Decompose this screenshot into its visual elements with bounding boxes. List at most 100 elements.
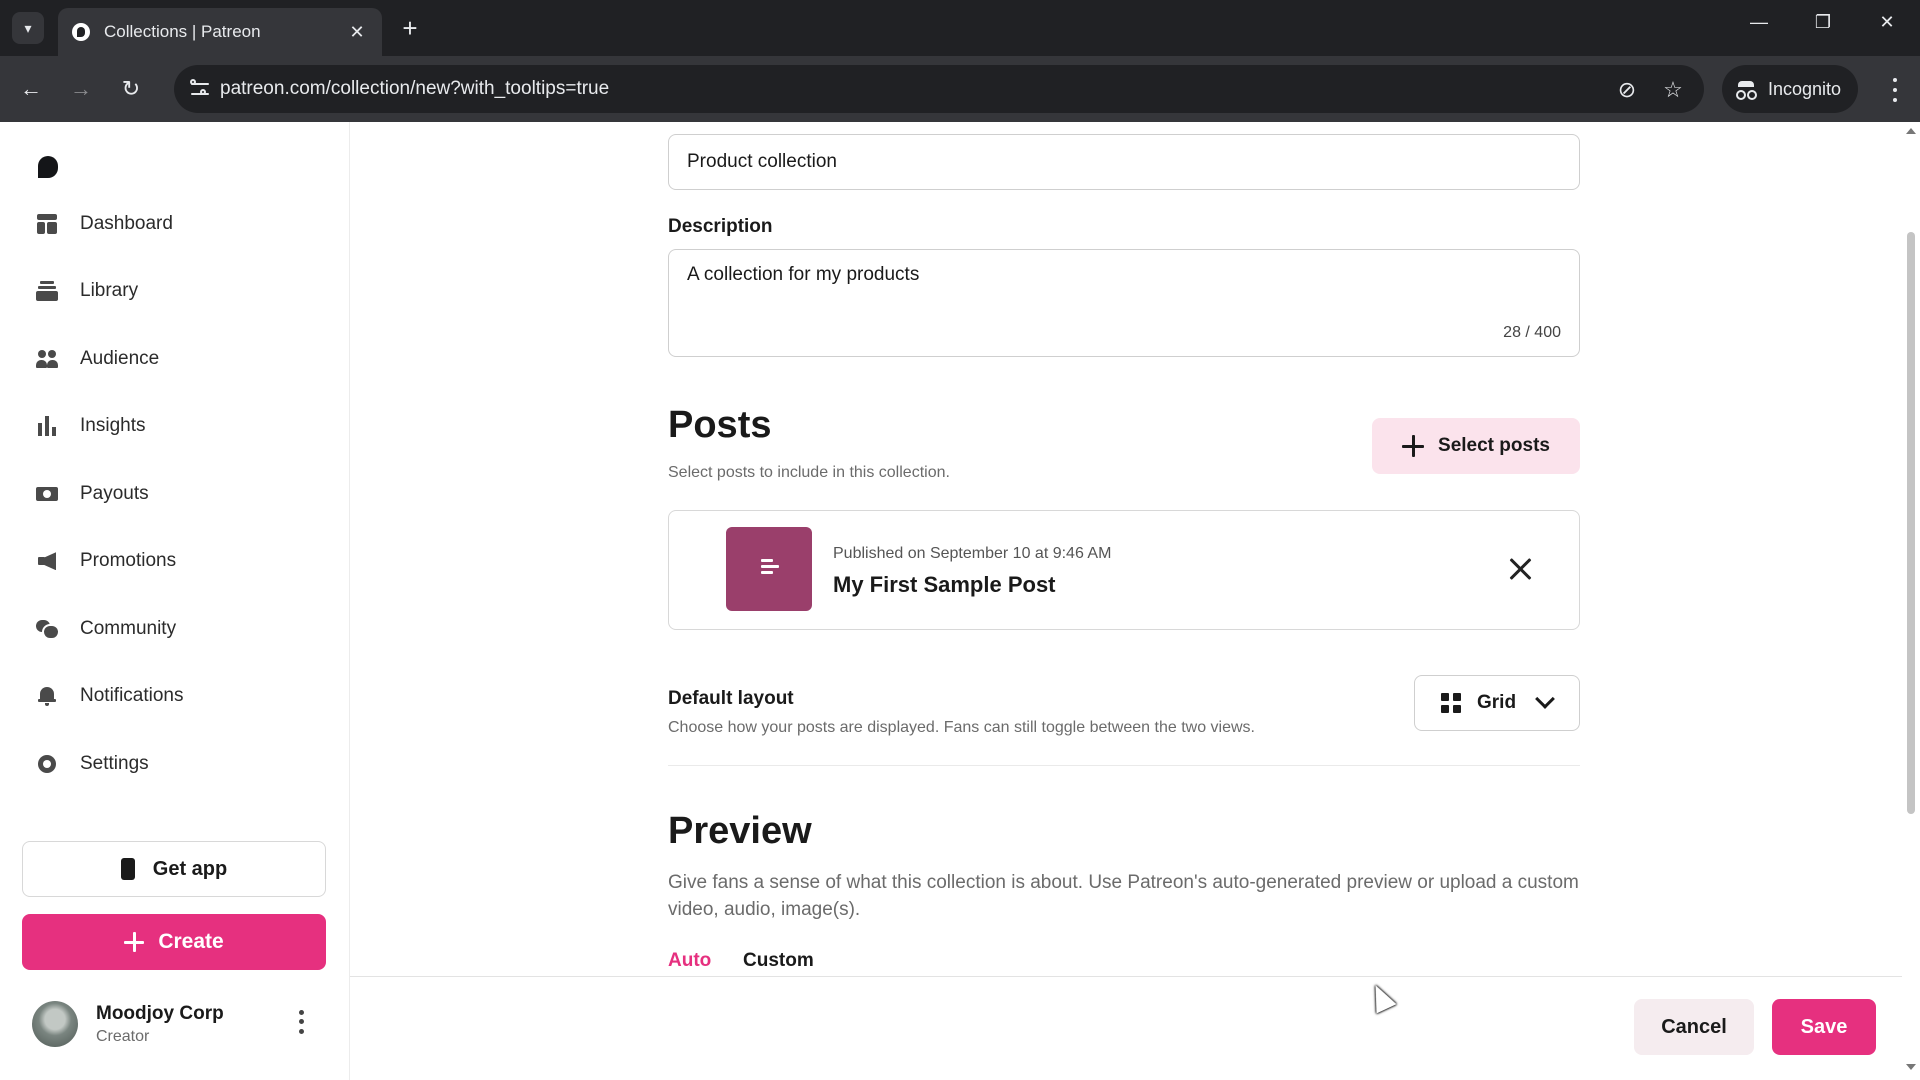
promotions-icon	[36, 550, 58, 572]
action-bar: Cancel Save	[350, 976, 1902, 1080]
sidebar-item-dashboard[interactable]: Dashboard	[0, 190, 349, 258]
incognito-icon	[1736, 81, 1756, 100]
sidebar-item-label: Insights	[80, 415, 146, 437]
tab-search-button[interactable]: ▾	[12, 12, 44, 44]
sidebar-item-insights[interactable]: Insights	[0, 393, 349, 461]
new-tab-button[interactable]: +	[396, 14, 424, 42]
collection-editor: Product collection Description A collect…	[350, 122, 1902, 1080]
address-bar[interactable]: patreon.com/collection/new?with_tooltips…	[174, 65, 1704, 113]
community-icon	[36, 618, 58, 640]
description-label: Description	[668, 216, 773, 237]
profile-name: Moodjoy Corp	[96, 1003, 224, 1024]
close-icon[interactable]	[1507, 556, 1533, 582]
scrollbar-thumb[interactable]	[1907, 232, 1915, 814]
sidebar-nav: Dashboard Library Audience Insights Payo…	[0, 190, 349, 798]
section-divider	[668, 765, 1580, 766]
create-label: Create	[158, 930, 224, 953]
library-icon	[36, 280, 58, 302]
tab-custom[interactable]: Custom	[743, 950, 814, 972]
create-button[interactable]: Create	[22, 914, 326, 970]
posts-subtitle: Select posts to include in this collecti…	[668, 464, 950, 481]
post-thumbnail	[726, 527, 812, 611]
close-tab-icon[interactable]: ✕	[346, 22, 368, 43]
notifications-icon	[36, 685, 58, 707]
star-icon[interactable]: ☆	[1660, 77, 1686, 103]
scroll-up-icon[interactable]	[1906, 128, 1916, 134]
browser-menu-icon[interactable]	[1880, 75, 1910, 105]
sidebar-item-label: Notifications	[80, 685, 184, 707]
insights-icon	[36, 415, 58, 437]
tab-title: Collections | Patreon	[104, 22, 261, 41]
post-title: My First Sample Post	[833, 572, 1056, 597]
reload-icon[interactable]: ↻	[116, 74, 146, 104]
sidebar-item-promotions[interactable]: Promotions	[0, 528, 349, 596]
eye-off-icon[interactable]: ⊘	[1614, 77, 1640, 103]
patreon-logo-icon[interactable]	[38, 156, 58, 178]
sidebar-item-label: Settings	[80, 752, 149, 774]
url-text: patreon.com/collection/new?with_tooltips…	[220, 78, 610, 99]
collection-title-input[interactable]: Product collection	[668, 134, 1580, 190]
tab-auto[interactable]: Auto	[668, 950, 711, 972]
scroll-down-icon[interactable]	[1906, 1064, 1916, 1070]
save-button[interactable]: Save	[1772, 999, 1876, 1055]
sidebar-item-library[interactable]: Library	[0, 258, 349, 326]
preview-description: Give fans a sense of what this collectio…	[668, 872, 1579, 920]
select-posts-label: Select posts	[1438, 435, 1550, 456]
phone-icon	[120, 858, 135, 880]
incognito-badge[interactable]: Incognito	[1722, 65, 1858, 113]
settings-icon	[36, 753, 58, 775]
audience-icon	[36, 348, 58, 370]
sidebar-item-label: Dashboard	[80, 212, 173, 234]
preview-heading: Preview	[668, 810, 812, 852]
sidebar: Dashboard Library Audience Insights Payo…	[0, 122, 350, 1080]
minimize-icon[interactable]: —	[1744, 12, 1774, 33]
sidebar-item-label: Promotions	[80, 550, 177, 572]
default-layout-label: Default layout	[668, 688, 794, 709]
collection-title-value: Product collection	[687, 151, 837, 172]
browser-tab[interactable]: Collections | Patreon ✕	[58, 8, 382, 56]
back-icon[interactable]: ←	[16, 74, 46, 104]
profile-card[interactable]: Moodjoy Corp Creator	[32, 1000, 332, 1050]
chevron-down-icon	[1535, 689, 1555, 709]
sidebar-item-label: Audience	[80, 347, 160, 369]
plus-icon	[124, 932, 145, 952]
posts-heading: Posts	[668, 404, 772, 446]
description-counter: 28 / 400	[1503, 324, 1561, 341]
restore-icon[interactable]: ❐	[1808, 12, 1838, 33]
sidebar-item-settings[interactable]: Settings	[0, 730, 349, 798]
patreon-favicon-icon	[72, 23, 90, 41]
sidebar-item-notifications[interactable]: Notifications	[0, 663, 349, 731]
plus-icon	[1402, 435, 1425, 457]
cancel-button[interactable]: Cancel	[1634, 999, 1754, 1055]
sidebar-item-audience[interactable]: Audience	[0, 325, 349, 393]
sidebar-item-community[interactable]: Community	[0, 595, 349, 663]
sidebar-item-label: Library	[80, 280, 139, 302]
get-app-button[interactable]: Get app	[22, 841, 326, 897]
layout-dropdown[interactable]: Grid	[1414, 675, 1580, 731]
profile-role: Creator	[96, 1028, 150, 1045]
sidebar-item-label: Community	[80, 617, 177, 639]
sidebar-item-label: Payouts	[80, 482, 149, 504]
post-date: Published on September 10 at 9:46 AM	[833, 545, 1112, 562]
get-app-label: Get app	[152, 857, 228, 880]
grid-icon	[1441, 693, 1461, 713]
layout-selected-value: Grid	[1477, 692, 1517, 713]
more-vertical-icon[interactable]	[296, 1008, 306, 1036]
site-settings-icon[interactable]	[188, 77, 212, 101]
incognito-label: Incognito	[1768, 78, 1842, 99]
chevron-down-icon: ▾	[24, 19, 32, 36]
avatar[interactable]	[32, 1001, 78, 1047]
browser-toolbar: ← → ↻ patreon.com/collection/new?with_to…	[0, 56, 1920, 122]
close-window-icon[interactable]: ✕	[1872, 12, 1902, 33]
page-scrollbar[interactable]	[1902, 122, 1920, 1080]
browser-tabstrip: ▾ Collections | Patreon ✕ + — ❐ ✕	[0, 0, 1920, 56]
sidebar-item-payouts[interactable]: Payouts	[0, 460, 349, 528]
description-textarea[interactable]: A collection for my products 28 / 400	[668, 249, 1580, 357]
forward-icon[interactable]: →	[66, 74, 96, 104]
default-layout-hint: Choose how your posts are displayed. Fan…	[668, 719, 1255, 736]
select-posts-button[interactable]: Select posts	[1372, 418, 1580, 474]
payouts-icon	[36, 483, 58, 505]
description-value: A collection for my products	[687, 264, 920, 285]
post-card[interactable]: Published on September 10 at 9:46 AM My …	[668, 510, 1580, 630]
dashboard-icon	[36, 213, 58, 235]
